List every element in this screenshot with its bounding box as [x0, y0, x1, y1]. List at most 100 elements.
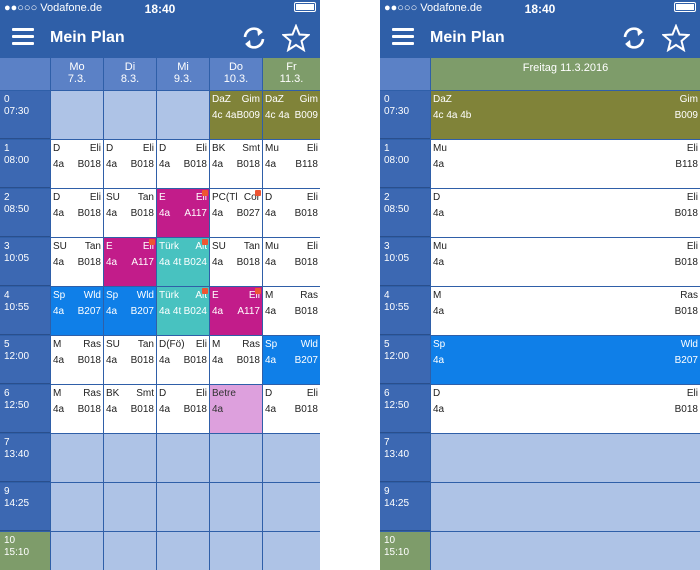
star-icon[interactable] — [282, 24, 310, 52]
lesson-teacher: Smt — [136, 388, 154, 399]
lesson-cell[interactable]: D Eli 4a B018 — [157, 385, 209, 433]
lesson-cell[interactable]: E Eli 4a A117 — [210, 287, 262, 335]
lesson-cell[interactable]: D Eli 4a B018 — [51, 189, 103, 237]
sync-icon[interactable] — [620, 25, 648, 51]
lesson-cell[interactable]: M Ras 4a B018 — [210, 336, 262, 384]
empty-slot[interactable] — [263, 434, 320, 482]
lesson-cell[interactable]: D Eli 4a B018 — [431, 189, 700, 237]
lesson-cell[interactable]: M Ras 4a B018 — [51, 336, 103, 384]
empty-slot[interactable] — [157, 483, 209, 531]
empty-slot[interactable] — [431, 483, 700, 531]
lesson-subject: BK — [106, 388, 120, 399]
lesson-cell[interactable]: Mu Eli 4a B118 — [431, 140, 700, 188]
empty-slot[interactable] — [51, 483, 103, 531]
day-header[interactable]: Di 8.3. — [104, 58, 156, 90]
lesson-cell[interactable]: Sp Wld 4a B207 — [263, 336, 320, 384]
empty-slot[interactable] — [210, 483, 262, 531]
lesson-cell[interactable]: SU Tan 4a B018 — [104, 336, 156, 384]
lesson-teacher: Ras — [300, 290, 318, 301]
empty-slot[interactable] — [210, 532, 262, 570]
lesson-cell[interactable]: SU Tan 4a B018 — [51, 238, 103, 286]
empty-slot[interactable] — [104, 532, 156, 570]
lesson-room: B018 — [236, 355, 260, 366]
lesson-cell[interactable]: Sp Wld 4a B207 — [431, 336, 700, 384]
period-number: 7 — [384, 437, 390, 448]
empty-slot[interactable] — [51, 434, 103, 482]
lesson-cell[interactable]: Betre 4a — [210, 385, 262, 433]
menu-icon[interactable] — [392, 28, 414, 46]
lesson-subject: Türk — [159, 241, 179, 252]
lesson-room: B024 — [183, 257, 207, 268]
lesson-teacher: Eli — [306, 143, 318, 154]
empty-slot[interactable] — [431, 434, 700, 482]
lesson-cell[interactable]: Türk Alt 4a 4t B024 — [157, 238, 209, 286]
lesson-cell[interactable]: D Eli 4a B018 — [263, 385, 320, 433]
lesson-cell[interactable]: M Ras 4a B018 — [51, 385, 103, 433]
period-number: 5 — [384, 339, 390, 350]
sync-icon[interactable] — [240, 25, 268, 51]
lesson-subject: M — [265, 290, 274, 301]
lesson-class: 4a — [106, 208, 118, 219]
navbar: Mein Plan — [0, 18, 320, 58]
lesson-cell[interactable]: Mu Eli 4a B018 — [263, 238, 320, 286]
day-header[interactable]: Mo 7.3. — [51, 58, 103, 90]
day-header[interactable]: Fr 11.3. — [263, 58, 320, 90]
lesson-subject: PC(Tl — [212, 192, 238, 203]
lesson-cell[interactable]: PC(Tl Cor 4a B027 — [210, 189, 262, 237]
lesson-cell[interactable]: Mu Eli 4a B118 — [263, 140, 320, 188]
empty-slot[interactable] — [104, 483, 156, 531]
lesson-cell[interactable]: D Eli 4a B018 — [157, 140, 209, 188]
menu-icon[interactable] — [12, 28, 34, 46]
lesson-cell[interactable]: E Eli 4a A117 — [104, 238, 156, 286]
day-timetable: Freitag 11.3.2016 0 07:30 1 08:00 2 08:50 3 10:0… — [380, 58, 700, 570]
star-icon[interactable] — [662, 24, 690, 52]
empty-slot[interactable] — [431, 532, 700, 570]
lesson-cell[interactable]: D Eli 4a B018 — [51, 140, 103, 188]
lesson-cell[interactable]: Sp Wld 4a B207 — [104, 287, 156, 335]
lesson-cell[interactable]: DaZ Gim 4c 4a 4b B009 — [431, 91, 700, 139]
day-header[interactable]: Do 10.3. — [210, 58, 262, 90]
lesson-subject: SU — [106, 192, 120, 203]
lesson-teacher: Eli — [686, 192, 698, 203]
period-label: 3 10:05 — [0, 238, 50, 286]
period-label: 10 15:10 — [380, 532, 430, 570]
lesson-cell[interactable]: SU Tan 4a B018 — [104, 189, 156, 237]
empty-slot[interactable] — [51, 91, 103, 139]
empty-slot[interactable] — [104, 434, 156, 482]
day-header[interactable]: Mi 9.3. — [157, 58, 209, 90]
lesson-cell[interactable]: D Eli 4a B018 — [431, 385, 700, 433]
empty-slot[interactable] — [104, 91, 156, 139]
lesson-subject: D — [265, 192, 273, 203]
lesson-cell[interactable]: D Eli 4a B018 — [263, 189, 320, 237]
empty-slot[interactable] — [210, 434, 262, 482]
lesson-cell[interactable]: M Ras 4a B018 — [263, 287, 320, 335]
lesson-cell[interactable]: M Ras 4a B018 — [431, 287, 700, 335]
lesson-cell[interactable]: DaZ Gim 4c 4a B009 — [210, 91, 262, 139]
day-date: 11.3. — [279, 73, 304, 85]
lesson-cell[interactable]: Mu Eli 4a B018 — [431, 238, 700, 286]
lesson-cell[interactable]: SU Tan 4a B018 — [210, 238, 262, 286]
empty-slot[interactable] — [263, 483, 320, 531]
lesson-cell[interactable]: E Eli 4a A117 — [157, 189, 209, 237]
lesson-cell[interactable]: BK Smt 4a B018 — [210, 140, 262, 188]
lesson-cell[interactable]: D(Fö) Eli 4a B018 — [157, 336, 209, 384]
empty-slot[interactable] — [157, 532, 209, 570]
lesson-cell[interactable]: BK Smt 4a B018 — [104, 385, 156, 433]
empty-slot[interactable] — [157, 91, 209, 139]
empty-slot[interactable] — [51, 532, 103, 570]
lesson-cell[interactable]: Sp Wld 4a B207 — [51, 287, 103, 335]
lesson-class: 4a — [53, 404, 65, 415]
lesson-cell[interactable]: DaZ Gim 4c 4a B009 — [263, 91, 320, 139]
period-label: 5 12:00 — [0, 336, 50, 384]
lesson-cell[interactable]: Türk Alt 4a 4t B024 — [157, 287, 209, 335]
change-flag-icon — [255, 288, 261, 294]
empty-slot[interactable] — [157, 434, 209, 482]
lesson-cell[interactable]: D Eli 4a B018 — [104, 140, 156, 188]
navbar: Mein Plan — [380, 18, 700, 58]
lesson-subject: E — [106, 241, 113, 252]
lesson-teacher: Tan — [137, 339, 154, 350]
lesson-class: 4a — [265, 208, 277, 219]
period-number: 9 — [384, 486, 390, 497]
lesson-subject: Mu — [433, 241, 447, 252]
empty-slot[interactable] — [263, 532, 320, 570]
